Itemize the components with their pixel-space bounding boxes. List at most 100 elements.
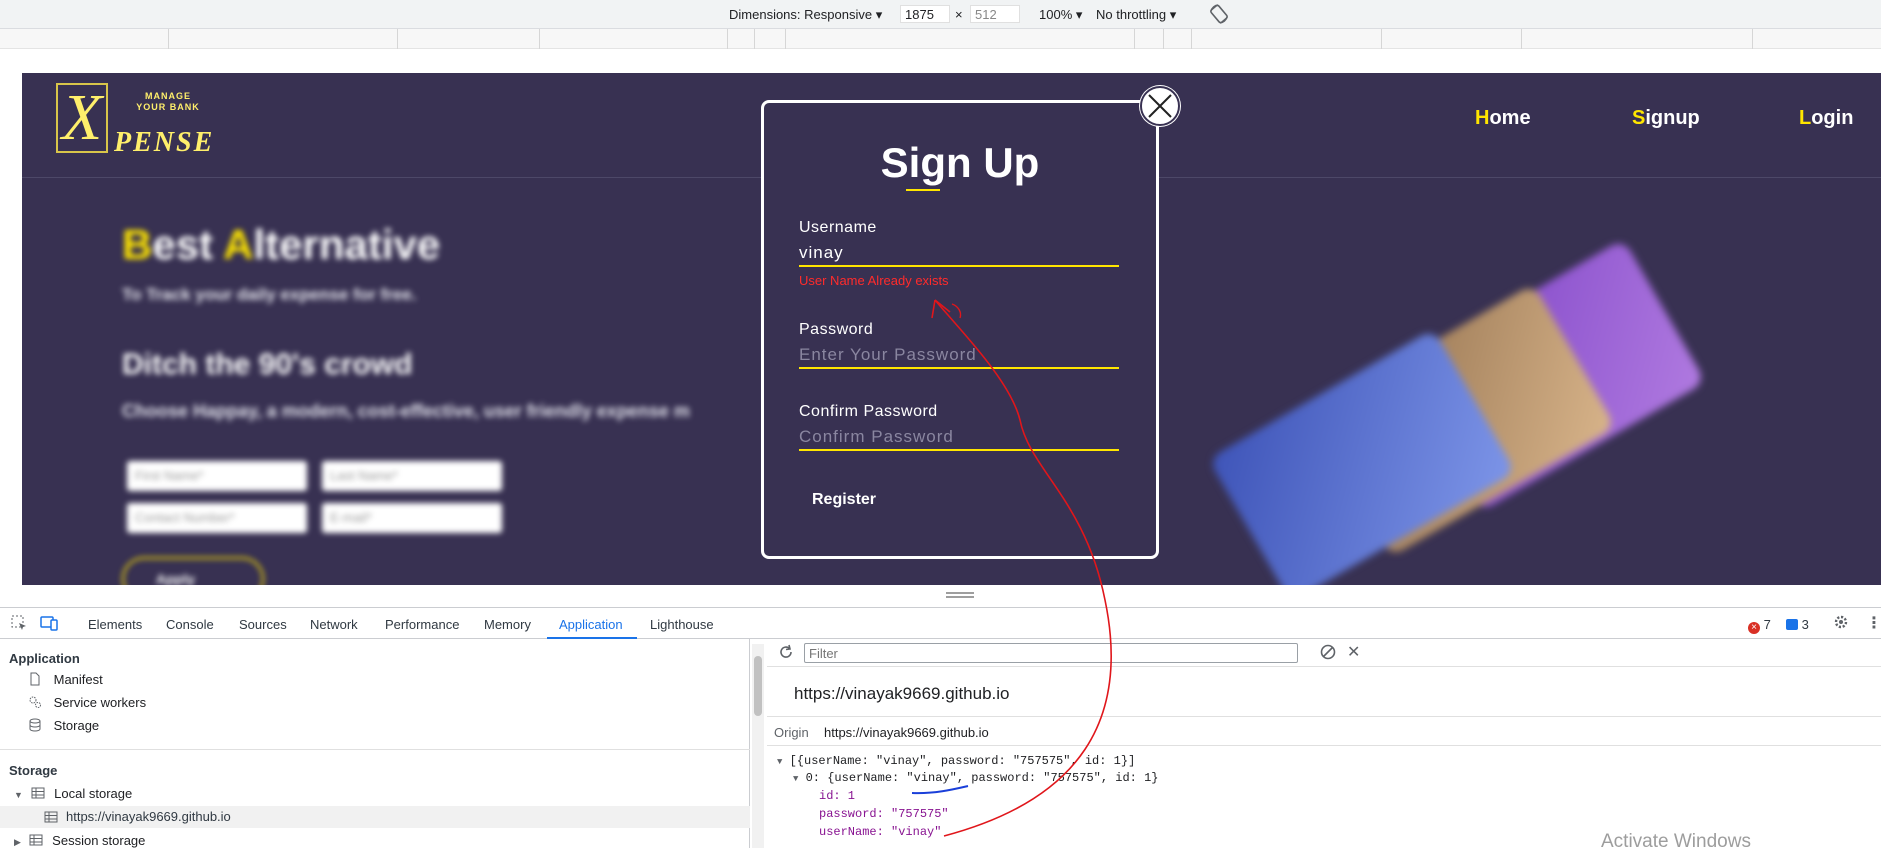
tab-application[interactable]: Application — [559, 617, 623, 632]
devtools-tabbar: Elements Console Sources Network Perform… — [0, 607, 1881, 639]
hero-title-b: B — [122, 221, 153, 268]
logo-letter: X — [56, 83, 108, 153]
sidebar-item-label: Local storage — [54, 786, 133, 801]
message-count[interactable]: 3 — [1786, 617, 1809, 632]
register-button[interactable]: Register — [812, 491, 876, 509]
origin-value: https://vinayak9669.github.io — [824, 725, 989, 740]
nav-home[interactable]: Home — [1475, 107, 1531, 130]
zoom-dropdown[interactable]: 100% ▾ — [1039, 7, 1082, 23]
nav-home-rest: ome — [1489, 107, 1531, 129]
expand-down-icon: ▼ — [14, 790, 23, 800]
expand-down-icon: ▼ — [793, 774, 799, 784]
nav-login-rest: ogin — [1811, 107, 1854, 129]
panel-divider — [767, 745, 1881, 746]
apply-button[interactable]: Apply — [122, 557, 264, 585]
gears-icon — [29, 696, 41, 708]
table-icon — [31, 787, 45, 799]
nav-signup-initial: S — [1632, 107, 1646, 129]
close-modal-button[interactable] — [1140, 86, 1180, 126]
sidebar-item-local-storage[interactable]: ▼ Local storage — [14, 786, 132, 801]
dimensions-dropdown[interactable]: Dimensions: Responsive ▾ — [729, 7, 882, 23]
clear-all-icon[interactable] — [1319, 643, 1337, 664]
json-root-text: [{userName: "vinay", password: "757575",… — [789, 754, 1136, 768]
contact-number-input[interactable]: Contact Number* — [127, 503, 307, 533]
tab-sources[interactable]: Sources — [239, 617, 287, 632]
confirm-password-input[interactable] — [799, 425, 1119, 451]
more-options-icon[interactable]: ⋮ — [1866, 613, 1881, 633]
last-name-input[interactable]: Last Name* — [322, 461, 502, 491]
json-username-row: userName: "vinay" — [819, 825, 942, 839]
local-storage-panel: ✕ https://vinayak9669.github.io Origin h… — [767, 639, 1881, 848]
sidebar-scrollbar[interactable] — [752, 644, 764, 848]
xpense-logo[interactable]: X MANAGE YOUR BANK PENSE — [56, 83, 216, 158]
nav-signup-rest: ignup — [1645, 107, 1700, 129]
hero-title-part2: lternative — [253, 221, 441, 268]
filter-input[interactable] — [804, 643, 1298, 663]
message-icon — [1786, 619, 1798, 630]
username-label: Username — [799, 219, 877, 236]
username-input[interactable] — [799, 241, 1119, 267]
sidebar-item-local-origin[interactable]: https://vinayak9669.github.io — [0, 806, 750, 828]
hero-paragraph: Choose Happay, a modern, cost-effective,… — [122, 401, 690, 421]
close-icon — [1148, 94, 1172, 118]
json-id-row: id: 1 — [819, 789, 856, 803]
sidebar-item-service-workers[interactable]: Service workers — [28, 695, 146, 710]
refresh-icon[interactable] — [777, 643, 795, 664]
sidebar-item-session-storage[interactable]: ▶ Session storage — [14, 833, 145, 848]
media-query-ruler — [0, 29, 1881, 49]
json-item-row[interactable]: ▼ 0: {userName: "vinay", password: "7575… — [793, 771, 1158, 785]
sidebar-item-manifest[interactable]: Manifest — [28, 672, 103, 687]
application-section-header: Application — [9, 651, 80, 666]
hero-title: Best Alternative — [122, 221, 440, 269]
origin-label: Origin — [774, 725, 809, 740]
tab-performance[interactable]: Performance — [385, 617, 459, 632]
panel-divider — [767, 716, 1881, 717]
tab-console[interactable]: Console — [166, 617, 214, 632]
message-count-value: 3 — [1801, 617, 1809, 632]
json-root-row[interactable]: ▼ [{userName: "vinay", password: "757575… — [777, 754, 1135, 768]
origin-title: https://vinayak9669.github.io — [794, 684, 1010, 703]
rotate-icon[interactable] — [1208, 3, 1230, 28]
logo-word: PENSE — [114, 127, 215, 158]
modal-title: Sign Up — [880, 139, 1040, 186]
tab-lighthouse[interactable]: Lighthouse — [650, 617, 714, 632]
username-error: User Name Already exists — [799, 273, 949, 288]
sidebar-item-label: Session storage — [52, 833, 146, 848]
logo-tagline: MANAGE YOUR BANK — [136, 91, 200, 112]
hero-subtitle: To Track your daily expense for free. — [122, 285, 417, 304]
dimensions-label: Dimensions: Responsive — [729, 7, 873, 22]
tab-network[interactable]: Network — [310, 617, 358, 632]
viewport-resize-handle[interactable] — [0, 585, 1881, 607]
error-count-value: 7 — [1763, 617, 1771, 632]
device-toggle-icon[interactable] — [40, 614, 58, 635]
sidebar-item-storage[interactable]: Storage — [28, 718, 99, 733]
sidebar-item-label: Storage — [53, 718, 100, 733]
tab-memory[interactable]: Memory — [484, 617, 531, 632]
height-input[interactable]: 512 — [970, 5, 1020, 23]
delete-selected-icon[interactable]: ✕ — [1347, 642, 1360, 662]
activate-windows-watermark: Activate Windows — [1601, 831, 1751, 848]
password-input[interactable] — [799, 343, 1119, 369]
settings-gear-icon[interactable] — [1832, 613, 1850, 634]
signup-modal: Sign Up Username User Name Already exist… — [761, 100, 1159, 559]
password-label: Password — [799, 321, 874, 338]
panel-divider — [767, 666, 1881, 667]
tab-elements[interactable]: Elements — [88, 617, 142, 632]
width-input[interactable]: 1875 — [900, 5, 950, 23]
error-count[interactable]: × 7 — [1748, 617, 1771, 634]
table-icon — [29, 834, 43, 846]
throttle-dropdown[interactable]: No throttling ▾ — [1096, 7, 1176, 23]
hero-heading: Ditch the 90's crowd — [122, 348, 413, 381]
first-name-input[interactable]: First Name* — [127, 461, 307, 491]
database-icon — [29, 718, 41, 732]
hero-title-part1: est — [152, 221, 224, 268]
throttle-label: No throttling — [1096, 7, 1167, 22]
email-input[interactable]: E-mail* — [322, 503, 502, 533]
json-item-text: 0: {userName: "vinay", password: "757575… — [805, 771, 1159, 785]
nav-login[interactable]: Login — [1799, 107, 1853, 130]
nav-signup[interactable]: Signup — [1632, 107, 1700, 130]
inspect-element-icon[interactable] — [10, 614, 28, 635]
nav-home-initial: H — [1475, 107, 1490, 129]
times-symbol: × — [955, 7, 963, 22]
confirm-password-label: Confirm Password — [799, 403, 938, 420]
